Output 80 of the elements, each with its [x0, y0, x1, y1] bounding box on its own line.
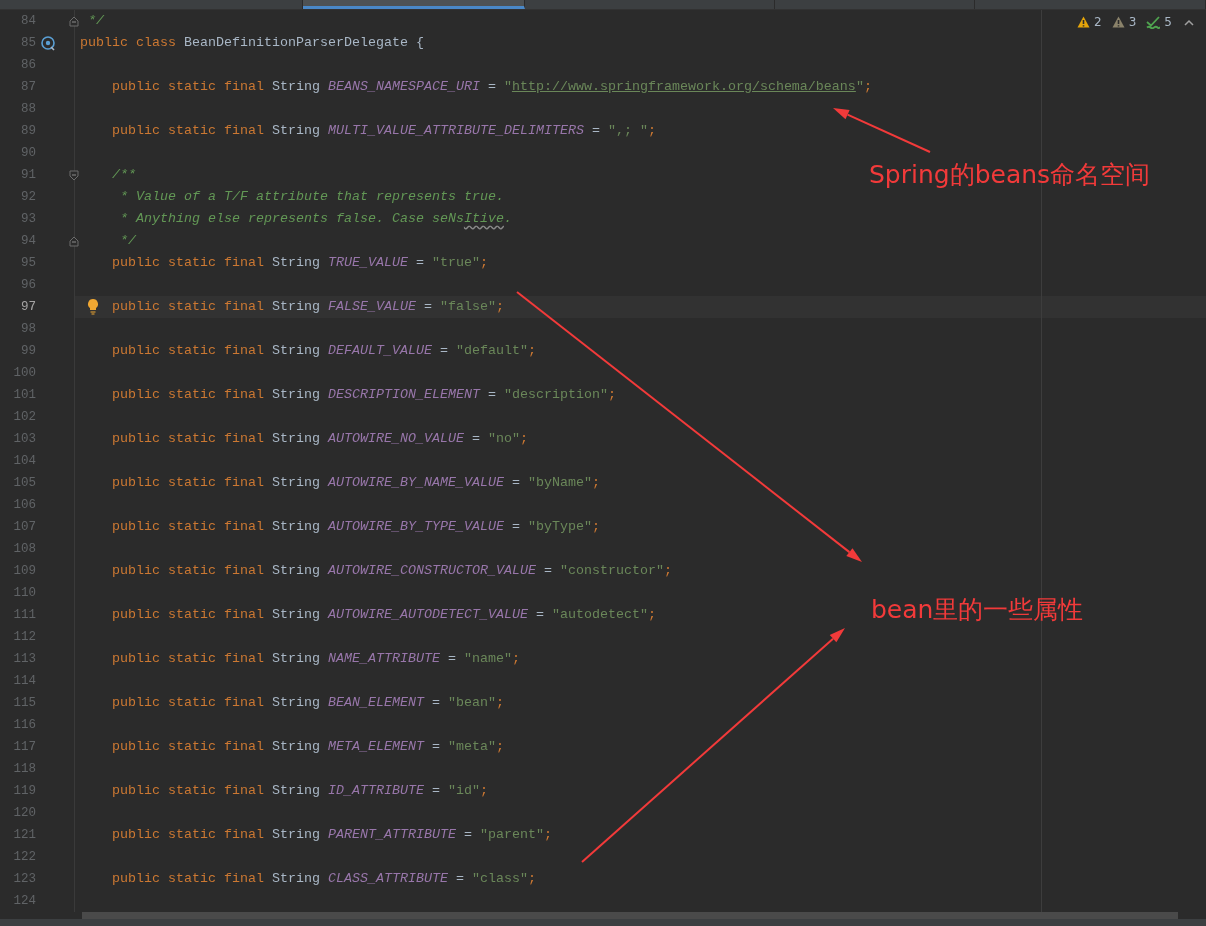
line-number: 93 — [20, 211, 36, 228]
line-number: 120 — [12, 805, 36, 822]
line-number: 117 — [12, 739, 36, 756]
code-line: public static final String AUTOWIRE_BY_NAME_VALUE = "byName"; — [112, 475, 600, 490]
editor-tab[interactable] — [303, 0, 525, 9]
line-number: 104 — [12, 453, 36, 470]
problem-count: 5 — [1164, 15, 1172, 29]
horizontal-scrollbar[interactable] — [82, 912, 1178, 919]
line-number: 106 — [12, 497, 36, 514]
lightbulb-icon[interactable] — [87, 298, 99, 315]
code-line: public static final String AUTOWIRE_CONSTRUCTOR_VALUE = "constructor"; — [112, 563, 672, 578]
line-number: 121 — [12, 827, 36, 844]
code-line: public static final String MULTI_VALUE_ATTRIBUTE_DELIMITERS = ",; "; — [112, 123, 656, 138]
code-line: public static final String AUTOWIRE_BY_TYPE_VALUE = "byType"; — [112, 519, 600, 534]
problem-count: 3 — [1128, 15, 1137, 29]
line-number: 95 — [20, 255, 36, 272]
code-line: public static final String AUTOWIRE_NO_VALUE = "no"; — [112, 431, 528, 446]
line-number: 100 — [12, 365, 36, 382]
warning-icon[interactable] — [1077, 16, 1091, 28]
code-line: public static final String DESCRIPTION_ELEMENT = "description"; — [112, 387, 616, 402]
line-number: 112 — [12, 629, 36, 646]
line-number: 118 — [12, 761, 36, 778]
fold-marker-icon[interactable] — [69, 16, 79, 27]
line-number: 86 — [20, 57, 36, 74]
line-number: 105 — [12, 475, 36, 492]
line-number: 91 — [20, 167, 36, 184]
line-number: 122 — [12, 849, 36, 866]
fold-marker-icon[interactable] — [69, 170, 79, 181]
code-line: public static final String ID_ATTRIBUTE = "id"; — [112, 783, 488, 798]
line-number: 85 — [20, 35, 36, 52]
code-line: * Value of a T/F attribute that represents true. — [120, 189, 504, 204]
code-line: public static final String CLASS_ATTRIBUTE = "class"; — [112, 871, 536, 886]
callout-label: Spring的beans命名空间 — [869, 159, 1151, 191]
line-number: 113 — [12, 651, 36, 668]
code-line: public static final String TRUE_VALUE = "true"; — [112, 255, 488, 270]
code-line: public static final String DEFAULT_VALUE = "default"; — [112, 343, 536, 358]
line-number: 84 — [20, 13, 36, 30]
line-number: 92 — [20, 189, 36, 206]
code-line: public static final String AUTOWIRE_AUTODETECT_VALUE = "autodetect"; — [112, 607, 656, 622]
implemented-marker-icon[interactable] — [40, 36, 56, 51]
code-line: */ — [88, 13, 104, 28]
line-number: 101 — [12, 387, 36, 404]
code-line: public static final String META_ELEMENT = "meta"; — [112, 739, 504, 754]
line-number: 98 — [20, 321, 36, 338]
line-number: 102 — [12, 409, 36, 426]
code-line: /** — [112, 167, 136, 182]
line-number: 107 — [12, 519, 36, 536]
line-number: 123 — [12, 871, 36, 888]
warning-icon[interactable] — [1111, 16, 1125, 28]
line-number: 108 — [12, 541, 36, 558]
line-number: 87 — [20, 79, 36, 96]
line-number: 115 — [12, 695, 36, 712]
code-line: public static final String BEAN_ELEMENT = "bean"; — [112, 695, 504, 710]
code-line: public class BeanDefinitionParserDelegate { — [80, 35, 424, 50]
line-number: 119 — [12, 783, 36, 800]
url-link[interactable]: http://www.springframework.org/schema/beans — [511, 79, 856, 94]
code-line: public static final String BEANS_NAMESPACE_URI = "http://www.springframework.org/schema/beans"; — [112, 79, 872, 94]
line-number: 114 — [12, 673, 36, 690]
code-line: public static final String PARENT_ATTRIBUTE = "parent"; — [112, 827, 552, 842]
fold-marker-icon[interactable] — [69, 236, 79, 247]
checkmark-icon[interactable] — [1146, 15, 1161, 29]
problem-count: 2 — [1094, 15, 1102, 29]
line-number: 94 — [20, 233, 36, 250]
code-line: */ — [120, 233, 136, 248]
code-line: * Anything else represents false. Case seNsItive. — [120, 211, 512, 226]
line-number: 111 — [12, 607, 36, 624]
line-number: 109 — [12, 563, 36, 580]
line-number: 90 — [20, 145, 36, 162]
line-number: 89 — [20, 123, 36, 140]
code-line: public static final String FALSE_VALUE = "false"; — [112, 299, 504, 314]
line-number: 88 — [20, 101, 36, 118]
line-number: 116 — [12, 717, 36, 734]
callout-label: bean里的一些属性 — [871, 594, 1084, 626]
line-number: 110 — [12, 585, 36, 602]
line-number: 96 — [20, 277, 36, 294]
code-line: public static final String NAME_ATTRIBUTE = "name"; — [112, 651, 520, 666]
line-number: 103 — [12, 431, 36, 448]
line-number: 99 — [20, 343, 36, 360]
line-number: 97 — [20, 299, 36, 316]
line-number: 124 — [12, 893, 36, 910]
